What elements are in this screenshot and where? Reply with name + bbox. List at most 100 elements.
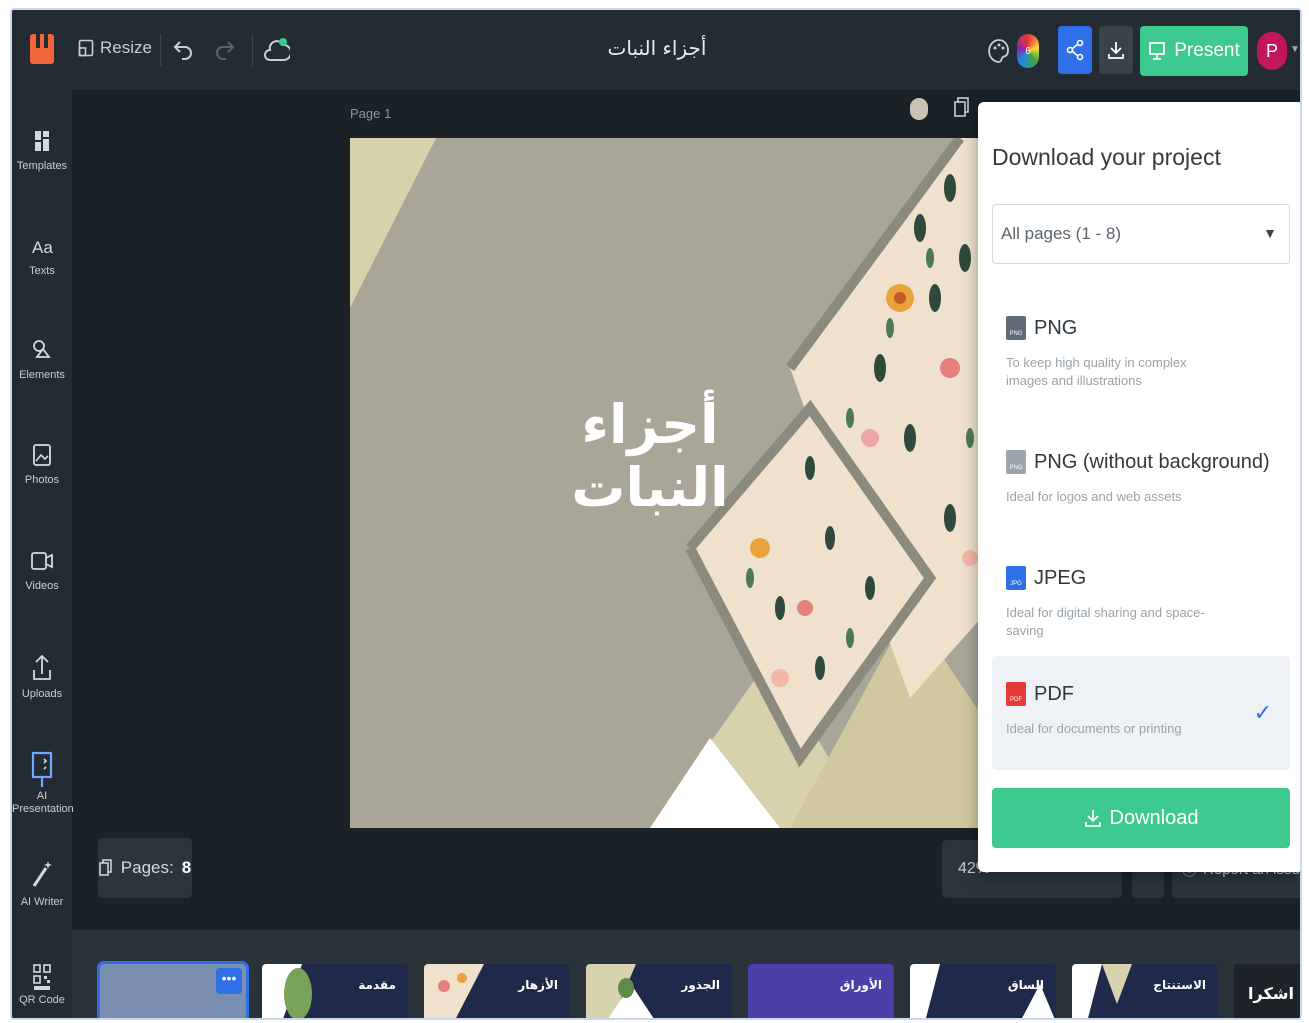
- format-option-jpeg[interactable]: JPG JPEG Ideal for digital sharing and s…: [992, 550, 1290, 664]
- chevron-down-icon: ▼: [1263, 225, 1277, 241]
- download-button[interactable]: Download: [992, 788, 1290, 848]
- thumbnail-title: اشكرا: [1248, 984, 1294, 1003]
- sidebar-item-ai-writer[interactable]: AI Writer: [12, 858, 72, 909]
- sidebar-item-photos[interactable]: Photos: [12, 442, 72, 487]
- sidebar-item-label: QR Code: [19, 994, 65, 1006]
- toolbar-divider: [252, 34, 253, 66]
- pages-label: Pages:: [120, 858, 174, 877]
- pdf-file-icon: PDF: [1006, 682, 1026, 706]
- sidebar-item-label: Videos: [25, 580, 59, 592]
- pages-count: 8: [181, 858, 192, 877]
- format-option-png[interactable]: PNG PNG To keep high quality in complex …: [992, 300, 1290, 414]
- page-thumbnail[interactable]: •••: [97, 961, 249, 1018]
- avatar[interactable]: P: [1257, 32, 1287, 70]
- format-name: PDF: [1034, 682, 1074, 705]
- format-name: PNG: [1034, 316, 1078, 339]
- slide-title[interactable]: أجزاء النبات: [530, 393, 770, 519]
- sidebar-item-label: AI Writer: [20, 896, 64, 908]
- sidebar-item-templates[interactable]: Templates: [12, 128, 72, 173]
- cloud-save-icon[interactable]: [264, 34, 290, 64]
- format-description: Ideal for digital sharing and space-savi…: [1006, 605, 1205, 638]
- pages-icon: [99, 859, 112, 876]
- checkmark-icon: ✓: [1253, 700, 1272, 725]
- png-file-icon: PNG: [1006, 316, 1026, 340]
- page-color-swatch[interactable]: [910, 98, 928, 120]
- page-range-select[interactable]: All pages (1 - 8) ▼: [992, 204, 1290, 264]
- sidebar-item-label: Photos: [24, 474, 60, 486]
- thumbnail-title: الأزهار: [518, 978, 558, 992]
- color-wheel-icon[interactable]: 6: [1017, 34, 1039, 68]
- format-description: Ideal for logos and web assets: [1006, 489, 1182, 504]
- resize-button[interactable]: Resize: [78, 38, 152, 58]
- sidebar-item-ai-presentation[interactable]: AI Presentation: [12, 750, 74, 816]
- thumbnail-title: الأوراق: [839, 978, 882, 992]
- redo-icon[interactable]: [214, 36, 236, 64]
- sidebar-item-label: Texts: [29, 265, 55, 277]
- share-icon: [1066, 39, 1084, 61]
- page-thumbnail[interactable]: الأزهار: [424, 964, 570, 1018]
- thumbnail-title: الساق: [1007, 978, 1044, 992]
- page-thumbnail[interactable]: اشكرا: [1234, 964, 1300, 1018]
- sidebar-item-texts[interactable]: Aa Texts: [12, 233, 72, 278]
- undo-icon[interactable]: [172, 36, 194, 64]
- page-label: Page 1: [350, 106, 392, 121]
- slide-canvas[interactable]: أجزاء النبات: [350, 138, 990, 828]
- page-thumbnail[interactable]: الاستنتاج: [1072, 964, 1218, 1018]
- duplicate-page-icon[interactable]: [954, 96, 970, 120]
- sidebar-item-label: Elements: [19, 369, 65, 381]
- sidebar-item-label: Templates: [16, 160, 68, 172]
- page-range-value: All pages (1 - 8): [1001, 224, 1121, 243]
- app-logo-icon[interactable]: [28, 32, 56, 66]
- format-option-png-transparent[interactable]: PNG PNG (without background) Ideal for l…: [992, 434, 1290, 548]
- color-count: 6: [1025, 45, 1031, 57]
- present-button[interactable]: Present: [1140, 26, 1248, 76]
- thumbnail-graphic: [586, 964, 654, 1018]
- elements-icon: [33, 340, 51, 358]
- thumbnail-graphic: [262, 964, 312, 1018]
- download-panel: Download your project All pages (1 - 8) …: [978, 102, 1300, 872]
- page-thumbnail[interactable]: الأوراق: [748, 964, 894, 1018]
- sidebar-item-label: Uploads: [21, 688, 63, 700]
- present-label: Present: [1174, 40, 1240, 61]
- format-option-pdf[interactable]: PDF PDF Ideal for documents or printing …: [992, 656, 1290, 770]
- download-icon: [1084, 810, 1101, 827]
- page-thumbnail[interactable]: مقدمة: [262, 964, 408, 1018]
- resize-icon: [78, 39, 94, 57]
- document-title[interactable]: أجزاء النبات: [572, 36, 742, 60]
- thumbnail-title: الاستنتاج: [1153, 978, 1206, 992]
- sidebar-item-qr-code[interactable]: QR Code: [12, 962, 72, 1007]
- download-panel-heading: Download your project: [992, 144, 1221, 170]
- format-name: PNG (without background): [1034, 450, 1270, 473]
- text-icon: Aa: [32, 238, 53, 257]
- templates-icon: [35, 131, 49, 151]
- sidebar-item-elements[interactable]: Elements: [12, 337, 72, 382]
- page-thumbnail[interactable]: الجذور: [586, 964, 732, 1018]
- photo-icon: [33, 444, 51, 466]
- palette-icon[interactable]: [988, 36, 1010, 66]
- page-thumbnail[interactable]: الساق: [910, 964, 1056, 1018]
- format-description: To keep high quality in complex images a…: [1006, 355, 1187, 388]
- sidebar-item-label: AI Presentation: [12, 790, 74, 815]
- pages-button[interactable]: Pages: 8: [98, 838, 192, 898]
- chevron-down-icon[interactable]: ▼: [1290, 44, 1300, 55]
- format-description: Ideal for documents or printing: [1006, 721, 1182, 736]
- resize-label: Resize: [100, 38, 152, 57]
- jpg-file-icon: JPG: [1006, 566, 1026, 590]
- png-file-icon: PNG: [1006, 450, 1026, 474]
- magic-wand-icon: [32, 861, 52, 887]
- download-toolbar-button[interactable]: [1099, 26, 1133, 74]
- sidebar-item-videos[interactable]: Videos: [12, 548, 72, 593]
- video-icon: [31, 552, 53, 570]
- qr-code-icon: [33, 964, 51, 990]
- page-filmstrip: ••• مقدمة الأزهار الجذور الأوراق الساق ا…: [72, 930, 1300, 1018]
- download-label: Download: [1109, 806, 1199, 829]
- share-button[interactable]: [1058, 26, 1092, 74]
- thumbnail-graphic: [1072, 964, 1132, 1018]
- format-name: JPEG: [1034, 566, 1087, 589]
- sidebar-item-uploads[interactable]: Uploads: [12, 652, 72, 701]
- thumbnail-graphic: [910, 964, 1055, 1018]
- ai-presentation-icon: [31, 751, 53, 787]
- upload-icon: [33, 654, 51, 680]
- more-options-button[interactable]: •••: [216, 968, 242, 994]
- app-frame: Resize أجزاء النبات 6 Present P ▼ Templa…: [10, 8, 1302, 1020]
